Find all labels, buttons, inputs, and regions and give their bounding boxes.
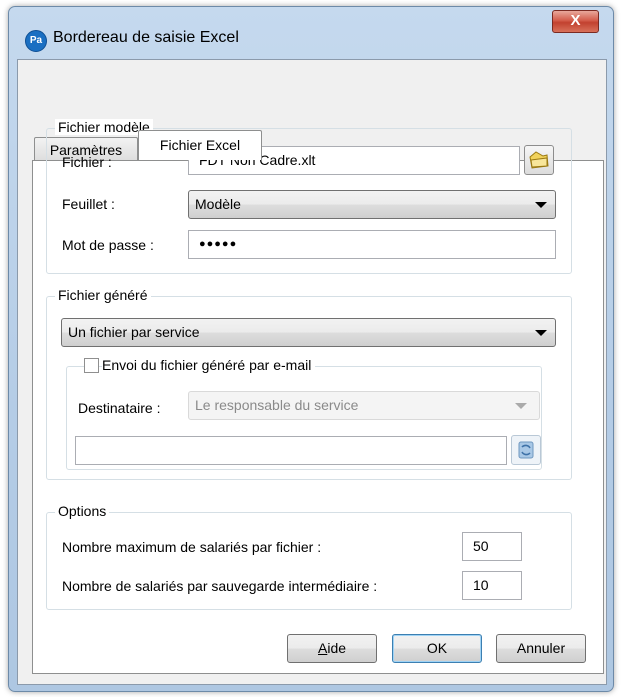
backup-employees-input[interactable]: 10 [462, 571, 522, 600]
options-group-title: Options [55, 503, 110, 519]
recipient-select[interactable]: Le responsable du service [188, 391, 540, 420]
close-button[interactable]: X [552, 10, 599, 33]
password-input[interactable]: ●●●●● [188, 230, 556, 259]
folder-icon [529, 151, 549, 169]
help-button-underlined-letter: A [317, 640, 328, 656]
generation-mode-select[interactable]: Un fichier par service [61, 318, 556, 347]
cancel-button[interactable]: Annuler [496, 634, 586, 663]
chevron-down-icon [535, 202, 547, 208]
chevron-down-icon [535, 330, 547, 336]
title-bar[interactable]: Pa Bordereau de saisie Excel X [9, 7, 613, 57]
email-checkbox[interactable] [84, 358, 99, 373]
chevron-down-icon [515, 403, 527, 409]
sheet-select[interactable]: Modèle [188, 190, 556, 219]
window-title: Bordereau de saisie Excel [53, 29, 239, 46]
help-button-label: ide [327, 640, 347, 656]
recipient-select-value: Le responsable du service [195, 397, 359, 413]
max-employees-label: Nombre maximum de salariés par fichier : [62, 539, 322, 555]
email-address-input[interactable] [75, 436, 507, 465]
recipient-label: Destinataire : [78, 400, 161, 416]
generated-group-title: Fichier généré [55, 287, 151, 303]
refresh-icon [518, 441, 534, 459]
sheet-select-value: Modèle [195, 196, 241, 212]
app-logo-icon: Pa [25, 30, 47, 52]
refresh-address-button[interactable] [511, 435, 541, 465]
file-label: Fichier : [62, 154, 112, 170]
sheet-label: Feuillet : [62, 196, 115, 212]
password-label: Mot de passe : [62, 237, 154, 253]
ok-button[interactable]: OK [392, 634, 482, 663]
generation-mode-value: Un fichier par service [68, 324, 200, 340]
browse-file-button[interactable] [524, 145, 554, 175]
help-button[interactable]: Aide [287, 634, 377, 663]
tab-fichier-excel[interactable]: Fichier Excel [138, 130, 262, 160]
max-employees-input[interactable]: 50 [462, 532, 522, 561]
email-checkbox-label[interactable]: Envoi du fichier généré par e-mail [102, 357, 316, 373]
backup-employees-label: Nombre de salariés par sauvegarde interm… [62, 578, 378, 594]
